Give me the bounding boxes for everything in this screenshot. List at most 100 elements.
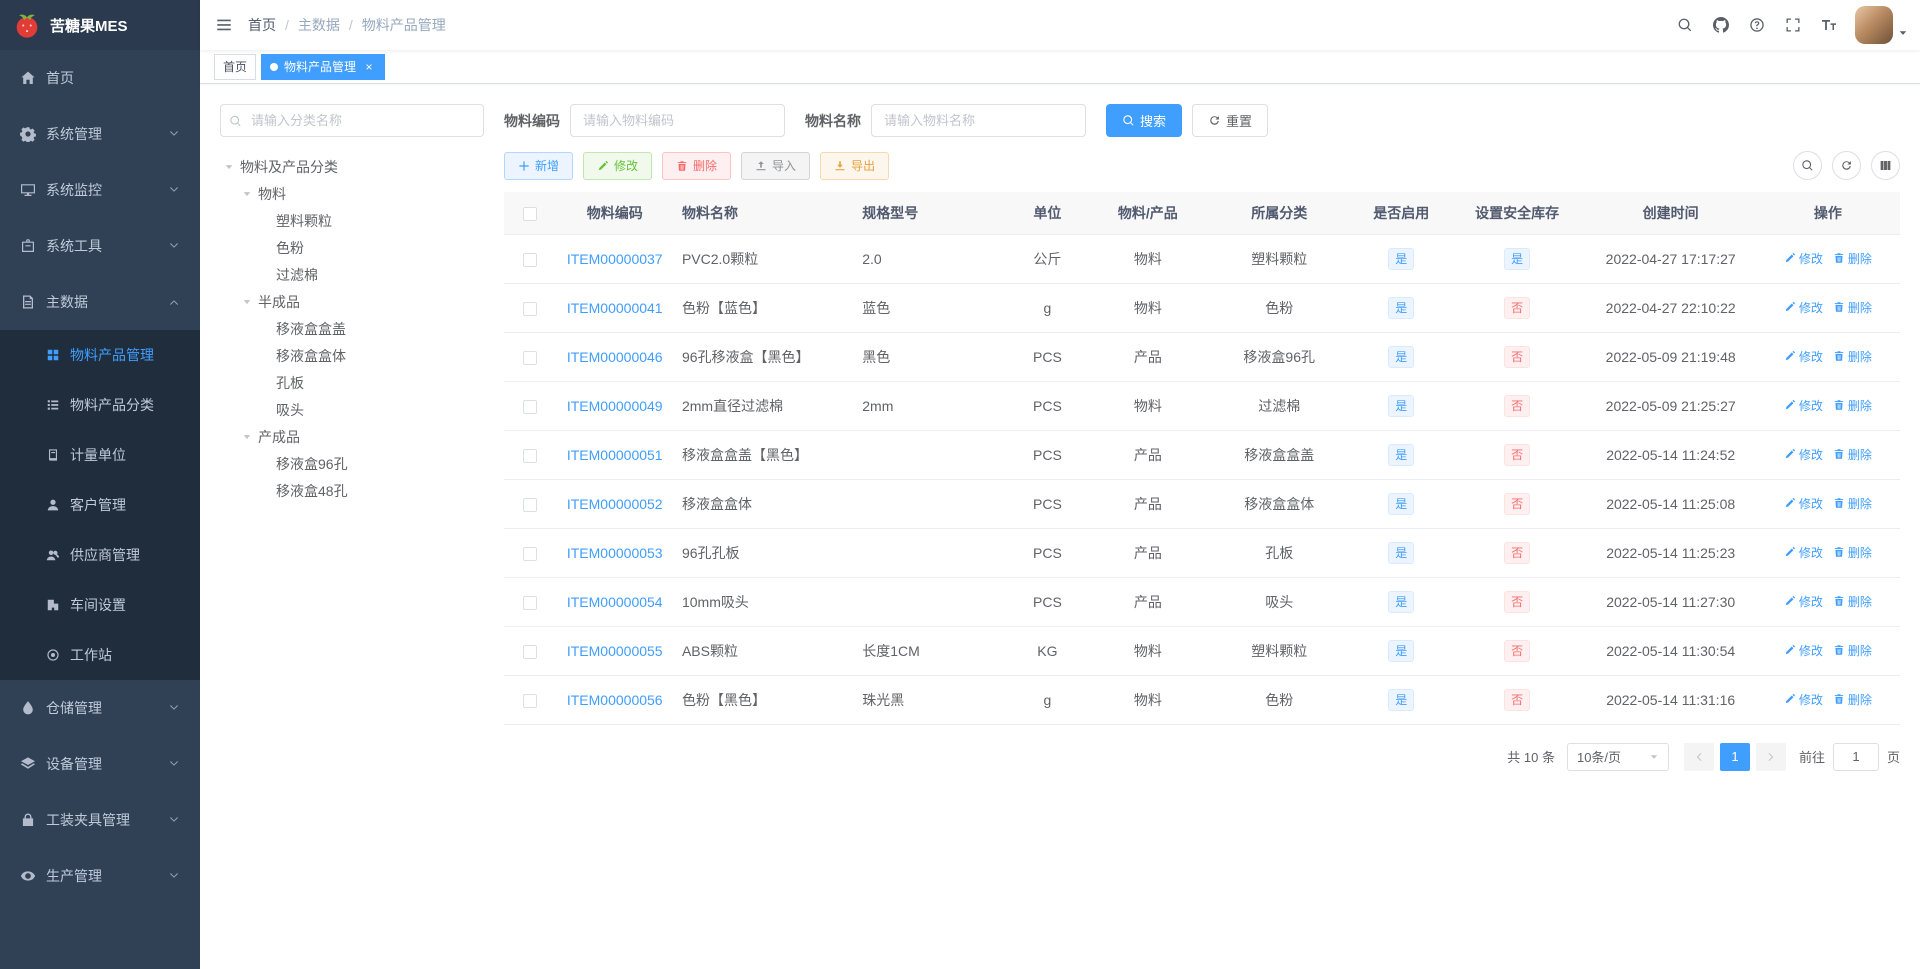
next-page-button[interactable] [1755, 742, 1786, 771]
row-delete-button[interactable]: 删除 [1833, 250, 1872, 267]
row-checkbox[interactable] [522, 350, 537, 365]
user-menu[interactable] [1855, 6, 1908, 44]
edit-button[interactable]: 修改 [583, 151, 653, 180]
toolbar-grid-button[interactable] [1871, 151, 1900, 180]
safety-stock-tag[interactable]: 否 [1504, 541, 1531, 564]
tree-node[interactable]: 物料 [220, 180, 484, 207]
sidebar-item-system-tools[interactable]: 系统工具 [0, 218, 200, 274]
tab-material-product-management[interactable]: 物料产品管理 × [261, 53, 386, 80]
row-edit-button[interactable]: 修改 [1784, 495, 1823, 512]
tree-node[interactable]: 移液盒盒体 [220, 342, 484, 369]
safety-stock-tag[interactable]: 否 [1504, 688, 1531, 711]
item-code-link[interactable]: ITEM00000054 [567, 594, 663, 610]
fullscreen-button[interactable] [1775, 0, 1811, 50]
row-edit-button[interactable]: 修改 [1784, 299, 1823, 316]
tree-node[interactable]: 吸头 [220, 396, 484, 423]
tree-node[interactable]: 移液盒96孔 [220, 450, 484, 477]
row-delete-button[interactable]: 删除 [1833, 446, 1872, 463]
row-checkbox[interactable] [522, 546, 537, 561]
row-checkbox[interactable] [522, 448, 537, 463]
row-edit-button[interactable]: 修改 [1784, 691, 1823, 708]
question-button[interactable] [1739, 0, 1775, 50]
sidebar-item-measure-unit[interactable]: 计量单位 [0, 430, 200, 480]
sidebar-item-customer-management[interactable]: 客户管理 [0, 480, 200, 530]
tree-node[interactable]: 过滤棉 [220, 261, 484, 288]
import-button[interactable]: 导入 [741, 151, 811, 180]
item-code-link[interactable]: ITEM00000055 [567, 643, 663, 659]
item-code-link[interactable]: ITEM00000037 [567, 251, 663, 267]
sidebar-item-master-data[interactable]: 主数据 [0, 274, 200, 330]
enabled-tag[interactable]: 是 [1388, 345, 1415, 368]
sidebar-item-system-monitor[interactable]: 系统监控 [0, 162, 200, 218]
safety-stock-tag[interactable]: 否 [1504, 492, 1531, 515]
sidebar-item-home[interactable]: 首页 [0, 50, 200, 106]
row-delete-button[interactable]: 删除 [1833, 397, 1872, 414]
row-delete-button[interactable]: 删除 [1833, 495, 1872, 512]
enabled-tag[interactable]: 是 [1388, 590, 1415, 613]
tree-caret-icon[interactable] [238, 428, 256, 446]
select-all-checkbox[interactable] [522, 206, 537, 221]
enabled-tag[interactable]: 是 [1388, 492, 1415, 515]
safety-stock-tag[interactable]: 否 [1504, 590, 1531, 613]
row-checkbox[interactable] [522, 497, 537, 512]
item-code-link[interactable]: ITEM00000046 [567, 349, 663, 365]
tree-node[interactable]: 色粉 [220, 234, 484, 261]
row-edit-button[interactable]: 修改 [1784, 397, 1823, 414]
delete-button[interactable]: 删除 [662, 151, 732, 180]
enabled-tag[interactable]: 是 [1388, 639, 1415, 662]
item-code-link[interactable]: ITEM00000056 [567, 692, 663, 708]
safety-stock-tag[interactable]: 否 [1504, 296, 1531, 319]
sidebar-item-warehouse-management[interactable]: 仓储管理 [0, 680, 200, 736]
search-button[interactable]: 搜索 [1106, 104, 1183, 137]
tree-node[interactable]: 移液盒48孔 [220, 477, 484, 504]
row-checkbox[interactable] [522, 301, 537, 316]
tree-node[interactable]: 物料及产品分类 [220, 153, 484, 180]
row-checkbox[interactable] [522, 644, 537, 659]
toolbar-search-button[interactable] [1793, 151, 1822, 180]
sidebar-item-workstation[interactable]: 工作站 [0, 630, 200, 680]
item-code-link[interactable]: ITEM00000049 [567, 398, 663, 414]
tree-node[interactable]: 产成品 [220, 423, 484, 450]
material-name-input[interactable] [871, 104, 1086, 137]
row-edit-button[interactable]: 修改 [1784, 348, 1823, 365]
safety-stock-tag[interactable]: 否 [1504, 443, 1531, 466]
safety-stock-tag[interactable]: 是 [1504, 247, 1531, 270]
github-button[interactable] [1703, 0, 1739, 50]
tree-caret-icon[interactable] [238, 293, 256, 311]
search-button[interactable] [1667, 0, 1703, 50]
tree-node[interactable]: 孔板 [220, 369, 484, 396]
tab-close-icon[interactable]: × [362, 60, 376, 74]
fontsize-button[interactable] [1811, 0, 1847, 50]
add-button[interactable]: 新增 [504, 151, 574, 180]
row-edit-button[interactable]: 修改 [1784, 642, 1823, 659]
sidebar-item-supplier-management[interactable]: 供应商管理 [0, 530, 200, 580]
page-size-select[interactable]: 10条/页 [1566, 742, 1669, 771]
row-delete-button[interactable]: 删除 [1833, 348, 1872, 365]
row-delete-button[interactable]: 删除 [1833, 299, 1872, 316]
tree-caret-icon[interactable] [220, 158, 238, 176]
tab-home[interactable]: 首页 [214, 53, 257, 80]
item-code-link[interactable]: ITEM00000041 [567, 300, 663, 316]
enabled-tag[interactable]: 是 [1388, 296, 1415, 319]
row-delete-button[interactable]: 删除 [1833, 544, 1872, 561]
sidebar-item-equipment-management[interactable]: 设备管理 [0, 736, 200, 792]
enabled-tag[interactable]: 是 [1388, 394, 1415, 417]
page-number-button[interactable]: 1 [1719, 742, 1750, 771]
tree-caret-icon[interactable] [238, 185, 256, 203]
row-delete-button[interactable]: 删除 [1833, 593, 1872, 610]
tree-node[interactable]: 移液盒盒盖 [220, 315, 484, 342]
row-edit-button[interactable]: 修改 [1784, 593, 1823, 610]
tree-node[interactable]: 塑料颗粒 [220, 207, 484, 234]
row-edit-button[interactable]: 修改 [1784, 544, 1823, 561]
enabled-tag[interactable]: 是 [1388, 541, 1415, 564]
row-checkbox[interactable] [522, 399, 537, 414]
enabled-tag[interactable]: 是 [1388, 688, 1415, 711]
sidebar-item-production-management[interactable]: 生产管理 [0, 848, 200, 904]
safety-stock-tag[interactable]: 否 [1504, 639, 1531, 662]
goto-page-input[interactable] [1832, 742, 1879, 771]
row-delete-button[interactable]: 删除 [1833, 642, 1872, 659]
row-delete-button[interactable]: 删除 [1833, 691, 1872, 708]
sidebar-item-material-product-management[interactable]: 物料产品管理 [0, 330, 200, 380]
row-checkbox[interactable] [522, 693, 537, 708]
sidebar-item-system-management[interactable]: 系统管理 [0, 106, 200, 162]
